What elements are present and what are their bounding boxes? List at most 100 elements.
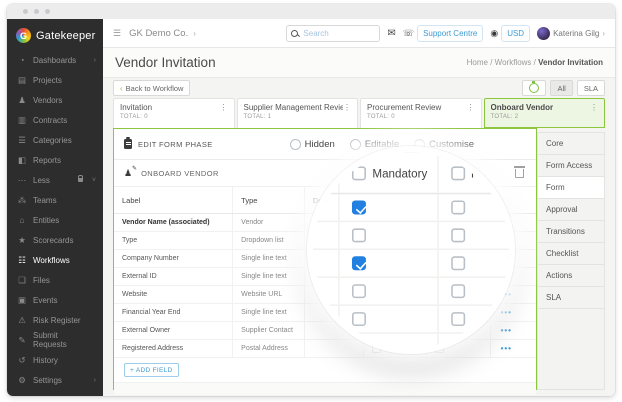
sidebar-item-settings[interactable]: ⚙ Settings › (7, 370, 103, 390)
hidden-checkbox[interactable] (435, 272, 445, 281)
window-control-dot[interactable] (34, 9, 39, 14)
sidebar-item-label: Files (33, 275, 50, 285)
row-actions-icon[interactable]: ••• (501, 218, 512, 227)
sidebar-item-workflows[interactable]: ☷ Workflows (7, 250, 103, 270)
phase-tab-procurement-review[interactable]: Procurement Review TOTAL: 0 ⋮ (360, 98, 482, 128)
sidebar-item-events[interactable]: ▣ Events (7, 290, 103, 310)
phase-tab-supplier-management-review[interactable]: Supplier Management Review TOTAL: 1 ⋮ (236, 98, 358, 128)
radio-circle-icon[interactable] (349, 138, 361, 150)
radio-customise[interactable]: Customise (414, 138, 474, 150)
row-actions-icon[interactable]: ••• (501, 290, 512, 299)
row-actions-icon[interactable]: ••• (501, 254, 512, 263)
row-actions-icon[interactable]: ••• (501, 344, 512, 353)
side-tab-transitions[interactable]: Transitions (537, 220, 605, 243)
side-tab-sla[interactable]: SLA (537, 286, 605, 309)
less-icon: ⋯ (17, 174, 27, 185)
phase-total: TOTAL: 0 (367, 114, 395, 120)
side-tab-core[interactable]: Core (537, 132, 605, 155)
phase-menu-icon[interactable]: ⋮ (590, 103, 598, 127)
row-actions-icon[interactable]: ••• (501, 272, 512, 281)
sidebar-item-less[interactable]: ⋯ Less ˅ (7, 170, 103, 190)
mail-icon[interactable]: ✉ (387, 28, 395, 39)
hidden-checkbox[interactable] (435, 254, 445, 263)
sidebar-item-projects[interactable]: ▤ Projects (7, 70, 103, 90)
sidebar-item-categories[interactable]: ☰ Categories (7, 130, 103, 150)
side-tab-approval[interactable]: Approval (537, 198, 605, 221)
mandatory-checkbox[interactable] (371, 344, 381, 353)
hidden-checkbox[interactable] (435, 290, 445, 299)
user-menu[interactable]: Katerina Gilg › (537, 26, 605, 40)
window-control-dot[interactable] (45, 9, 50, 14)
filter-sla-button[interactable]: SLA (576, 80, 605, 96)
hidden-checkbox[interactable] (435, 236, 445, 245)
side-tab-form-access[interactable]: Form Access (537, 154, 605, 177)
hidden-checkbox[interactable] (435, 326, 445, 335)
radio-editable[interactable]: Editable (349, 138, 399, 150)
sidebar-item-label: Less (33, 175, 50, 185)
page-title: Vendor Invitation (115, 55, 216, 70)
filter-all-button[interactable]: All (550, 80, 573, 96)
table-body: Vendor Name (associated) Vendor ••• Type Dro… (114, 214, 536, 358)
search-input[interactable] (301, 27, 376, 39)
currency-group[interactable]: ◉ USD (490, 24, 531, 42)
mandatory-checkbox[interactable] (371, 290, 381, 299)
mandatory-checkbox[interactable] (371, 218, 381, 227)
hidden-checkbox[interactable] (435, 344, 445, 353)
add-field-button[interactable]: + ADD FIELD (124, 363, 179, 377)
breadcrumb-home[interactable]: Home (467, 58, 488, 67)
sidebar-item-label: Workflows (33, 255, 70, 265)
breadcrumb-workflows[interactable]: Workflows (495, 58, 532, 67)
side-tab-checklist[interactable]: Checklist (537, 242, 605, 265)
support-centre-link[interactable]: Support Centre (417, 24, 484, 42)
hidden-checkbox[interactable] (435, 308, 445, 317)
sidebar-item-reports[interactable]: ◧ Reports (7, 150, 103, 170)
phase-tab-onboard-vendor[interactable]: Onboard Vendor TOTAL: 2 ⋮ (483, 98, 605, 128)
company-switcher[interactable]: GK Demo Co. (129, 28, 188, 39)
phase-menu-icon[interactable]: ⋮ (220, 103, 228, 128)
mandatory-select-all-checkbox[interactable] (371, 195, 381, 205)
row-actions-icon[interactable]: ••• (501, 326, 512, 335)
mandatory-checkbox[interactable] (371, 254, 381, 263)
sidebar-item-teams[interactable]: ⁂ Teams (7, 190, 103, 210)
side-tab-form[interactable]: Form (537, 176, 605, 199)
row-actions-icon[interactable]: ••• (501, 236, 512, 245)
add-field-row: + ADD FIELD (114, 358, 536, 383)
hidden-checkbox[interactable] (435, 218, 445, 227)
radio-hidden[interactable]: Hidden (289, 138, 335, 150)
panel-footer (114, 383, 536, 395)
table-row: Company Number Single line text ••• (114, 250, 536, 268)
hidden-select-all-checkbox[interactable] (435, 195, 445, 205)
radio-circle-icon[interactable] (414, 138, 426, 150)
sidebar-item-dashboards[interactable]: ◔ Dashboards › (7, 50, 103, 70)
back-to-workflow-button[interactable]: ‹ Back to Workflow (113, 80, 191, 96)
mandatory-checkbox[interactable] (371, 308, 381, 317)
row-actions-icon[interactable]: ••• (501, 308, 512, 317)
sidebar-item-history[interactable]: ↺ History (7, 350, 103, 370)
phase-tab-invitation[interactable]: Invitation TOTAL: 0 ⋮ (113, 98, 235, 128)
sidebar-item-scorecards[interactable]: ★ Scorecards (7, 230, 103, 250)
window-control-dot[interactable] (23, 9, 28, 14)
mandatory-checkbox[interactable] (371, 236, 381, 245)
sidebar-item-vendors[interactable]: ♟ Vendors (7, 90, 103, 110)
support-centre-group[interactable]: ☏ Support Centre (403, 24, 484, 42)
entities-icon: ⌂ (19, 215, 25, 225)
phase-menu-icon[interactable]: ⋮ (467, 103, 475, 128)
phase-menu-icon[interactable]: ⋮ (343, 103, 351, 128)
sidebar-item-contracts[interactable]: ▥ Contracts (7, 110, 103, 130)
sidebar-item-files[interactable]: ❏ Files (7, 270, 103, 290)
mandatory-checkbox[interactable] (371, 326, 381, 335)
hamburger-icon[interactable]: ☰ (113, 28, 121, 39)
phase-name: Onboard Vendor (490, 103, 554, 112)
timer-button[interactable] (522, 80, 547, 96)
chevron-icon: › (93, 56, 96, 64)
trash-icon[interactable] (514, 166, 525, 178)
radio-circle-icon[interactable] (289, 138, 301, 150)
sidebar-item-risk-register[interactable]: ⚠ Risk Register (7, 310, 103, 330)
mandatory-checkbox[interactable] (371, 272, 381, 281)
sidebar-item-submit-requests[interactable]: ✎ Submit Requests (7, 330, 103, 350)
currency-selector[interactable]: USD (501, 24, 531, 42)
field-type: Single line text (232, 304, 304, 321)
back-to-workflow-label: Back to Workflow (125, 83, 184, 93)
side-tab-actions[interactable]: Actions (537, 264, 605, 287)
sidebar-item-entities[interactable]: ⌂ Entities (7, 210, 103, 230)
